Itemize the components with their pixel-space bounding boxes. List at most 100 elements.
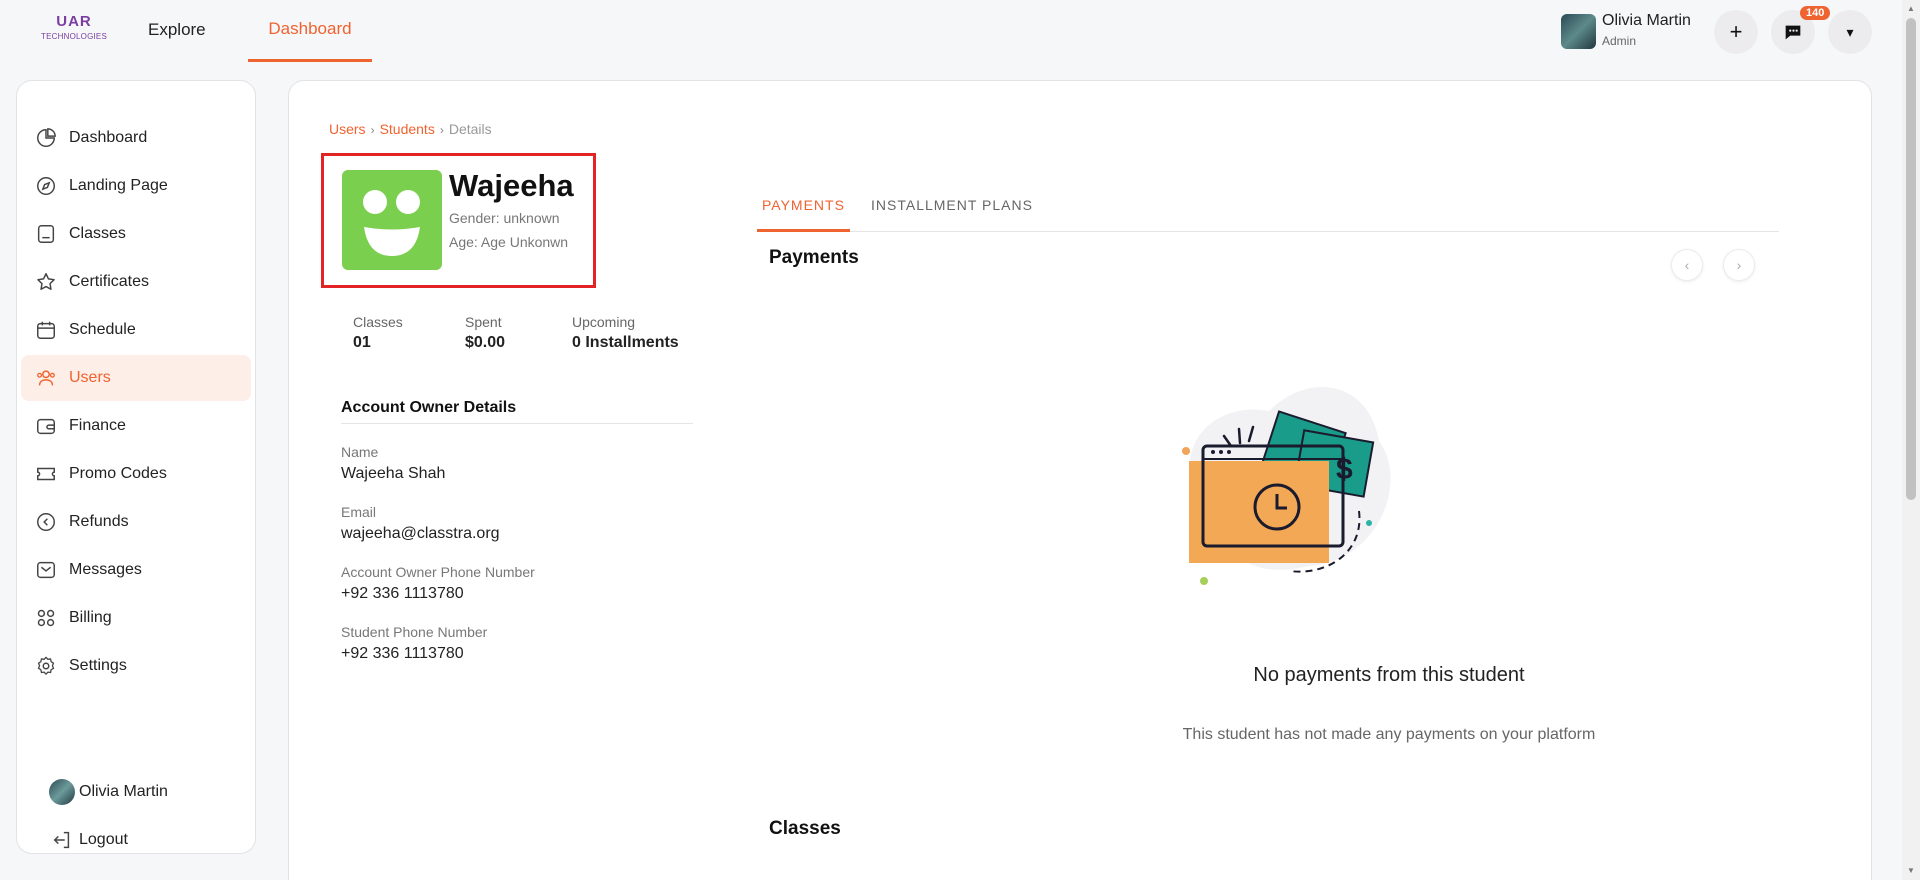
sidebar-item-landing-page[interactable]: Landing Page xyxy=(21,163,251,209)
plus-icon: + xyxy=(1729,19,1743,44)
field-label: Name xyxy=(341,444,379,460)
chevron-right-icon: › xyxy=(1736,257,1742,273)
classes-heading: Classes xyxy=(769,818,841,839)
student-gender: Gender: unknown xyxy=(449,210,560,226)
breadcrumb-details: Details xyxy=(448,121,492,137)
sidebar-item-label: Refunds xyxy=(69,513,129,530)
scroll-thumb[interactable] xyxy=(1906,18,1916,500)
account-menu-button[interactable]: ▾ xyxy=(1828,10,1872,54)
sidebar-item-messages[interactable]: Messages xyxy=(21,547,251,593)
student-age: Age: Age Unkonwn xyxy=(449,234,569,250)
stat-label: Upcoming xyxy=(572,314,636,330)
chevron-down-icon: ▾ xyxy=(1846,23,1854,40)
nav-dashboard[interactable]: Dashboard xyxy=(248,0,372,62)
users-icon xyxy=(35,367,57,389)
stat-spent: Spent $0.00 xyxy=(465,314,505,352)
logo-main-text: UAR xyxy=(56,13,92,30)
logo-sub-text: TECHNOLOGIES xyxy=(41,32,107,41)
sidebar-item-label: Promo Codes xyxy=(69,465,167,482)
stat-value: $0.00 xyxy=(465,334,506,351)
user-role: Admin xyxy=(1602,34,1637,48)
breadcrumb-separator: › xyxy=(439,123,444,137)
mail-icon xyxy=(35,559,57,581)
user-name[interactable]: Olivia Martin xyxy=(1602,12,1691,30)
divider xyxy=(341,423,693,424)
owner-phone-field: Account Owner Phone Number +92 336 11137… xyxy=(341,564,535,603)
sidebar-item-schedule[interactable]: Schedule xyxy=(21,307,251,353)
scroll-up-arrow[interactable]: ▲ xyxy=(1906,4,1916,14)
sidebar: Dashboard Landing Page Classes Certifica… xyxy=(16,80,256,854)
calendar-icon xyxy=(35,319,57,341)
sidebar-item-label: Dashboard xyxy=(69,129,148,146)
breadcrumb-students[interactable]: Students xyxy=(380,121,435,137)
field-label: Student Phone Number xyxy=(341,624,488,640)
main-content: Users › Students › Details Wajeeha Gender: u… xyxy=(288,80,1872,880)
smiley-face-icon xyxy=(363,190,420,256)
next-page-button[interactable]: › xyxy=(1723,249,1755,281)
logout-button[interactable]: Logout xyxy=(21,817,251,863)
breadcrumb-separator: › xyxy=(370,123,375,137)
grid-icon xyxy=(35,607,57,629)
owner-name-field: Name Wajeeha Shah xyxy=(341,444,445,483)
owner-email-field: Email wajeeha@classtra.org xyxy=(341,504,500,543)
logout-icon xyxy=(51,829,73,851)
sidebar-item-classes[interactable]: Classes xyxy=(21,211,251,257)
refund-icon xyxy=(35,511,57,533)
top-bar: UAR TECHNOLOGIES Explore Dashboard Olivi… xyxy=(0,0,1900,62)
sidebar-item-settings[interactable]: Settings xyxy=(21,643,251,689)
star-icon xyxy=(35,271,57,293)
stat-classes: Classes 01 xyxy=(353,314,403,352)
sidebar-item-label: Billing xyxy=(69,609,112,626)
folder-icon xyxy=(35,223,57,245)
stat-upcoming: Upcoming 0 Installments xyxy=(572,314,679,352)
sidebar-item-finance[interactable]: Finance xyxy=(21,403,251,449)
sidebar-profile-name: Olivia Martin xyxy=(79,783,168,800)
empty-payments-illustration: $ xyxy=(1182,387,1391,585)
stat-value: 0 Installments xyxy=(572,334,679,351)
stat-value: 01 xyxy=(353,334,371,351)
sidebar-item-label: Certificates xyxy=(69,273,150,290)
logout-label: Logout xyxy=(79,831,128,848)
brand-logo[interactable]: UAR TECHNOLOGIES xyxy=(36,12,112,52)
tab-payments[interactable]: PAYMENTS xyxy=(757,181,850,232)
stat-label: Classes xyxy=(353,314,403,330)
nav-explore[interactable]: Explore xyxy=(148,20,206,40)
empty-state-title: No payments from this student xyxy=(1253,664,1525,686)
student-phone-field: Student Phone Number +92 336 1113780 xyxy=(341,624,487,663)
user-avatar[interactable] xyxy=(1561,14,1596,49)
scrollbar[interactable]: ▲ ▼ xyxy=(1902,0,1920,880)
sidebar-item-refunds[interactable]: Refunds xyxy=(21,499,251,545)
add-button[interactable]: + xyxy=(1714,10,1758,54)
avatar xyxy=(49,779,75,805)
sidebar-item-dashboard[interactable]: Dashboard xyxy=(21,115,251,161)
field-value: wajeeha@classtra.org xyxy=(341,525,500,542)
sidebar-item-certificates[interactable]: Certificates xyxy=(21,259,251,305)
student-profile-card: Wajeeha Gender: unknown Age: Age Unkonwn xyxy=(321,153,596,288)
empty-state-subtitle: This student has not made any payments o… xyxy=(1182,726,1596,743)
breadcrumb-users[interactable]: Users xyxy=(329,121,366,137)
prev-page-button[interactable]: ‹ xyxy=(1671,249,1703,281)
sidebar-item-label: Landing Page xyxy=(69,177,168,194)
ticket-icon xyxy=(35,463,57,485)
breadcrumb: Users › Students › Details xyxy=(329,121,492,137)
sidebar-item-label: Settings xyxy=(69,657,127,674)
notification-badge: 140 xyxy=(1800,6,1831,20)
compass-icon xyxy=(35,175,57,197)
tab-installment-plans[interactable]: INSTALLMENT PLANS xyxy=(871,181,1033,232)
field-label: Email xyxy=(341,504,377,520)
payments-heading: Payments xyxy=(769,247,859,268)
sidebar-profile[interactable]: Olivia Martin xyxy=(21,769,251,815)
chevron-left-icon: ‹ xyxy=(1684,257,1690,273)
sidebar-item-promo-codes[interactable]: Promo Codes xyxy=(21,451,251,497)
detail-tabs: PAYMENTS INSTALLMENT PLANS xyxy=(757,181,1779,232)
field-value: Wajeeha Shah xyxy=(341,465,446,482)
scroll-down-arrow[interactable]: ▼ xyxy=(1906,866,1916,876)
student-name: Wajeeha xyxy=(449,168,574,203)
sidebar-item-users[interactable]: Users xyxy=(21,355,251,401)
field-value: +92 336 1113780 xyxy=(341,645,464,662)
sidebar-item-billing[interactable]: Billing xyxy=(21,595,251,641)
field-label: Account Owner Phone Number xyxy=(341,564,535,580)
field-value: +92 336 1113780 xyxy=(341,585,464,602)
sidebar-item-label: Classes xyxy=(69,225,126,242)
sidebar-item-label: Finance xyxy=(69,417,126,434)
